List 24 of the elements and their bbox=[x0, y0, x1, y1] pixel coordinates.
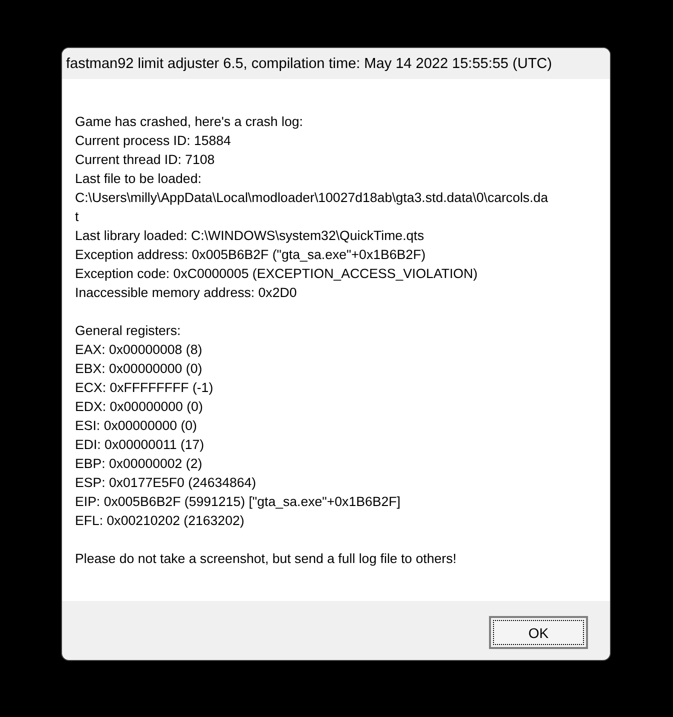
log-line: EBX: 0x00000000 (0) bbox=[75, 360, 202, 378]
log-line: EFL: 0x00210202 (2163202) bbox=[75, 512, 244, 530]
log-line: EIP: 0x005B6B2F (5991215) ["gta_sa.exe"+0x1B6B2F] bbox=[75, 493, 400, 511]
log-line: C:\Users\milly\AppData\Local\modloader\10027d18ab\gta3.std.data\0\carcols.da bbox=[75, 189, 548, 207]
log-line: EDI: 0x00000011 (17) bbox=[75, 436, 204, 454]
log-line: t bbox=[75, 208, 79, 226]
log-line: Inaccessible memory address: 0x2D0 bbox=[75, 284, 297, 302]
log-line: ESI: 0x00000000 (0) bbox=[75, 417, 197, 435]
ok-button[interactable]: OK bbox=[489, 616, 588, 649]
log-line: Current thread ID: 7108 bbox=[75, 151, 215, 169]
log-line: EDX: 0x00000000 (0) bbox=[75, 398, 203, 416]
log-line: EAX: 0x00000008 (8) bbox=[75, 341, 202, 359]
log-line: Last library loaded: C:\WINDOWS\system32\QuickTime.qts bbox=[75, 227, 424, 245]
log-line: Exception code: 0xC0000005 (EXCEPTION_ACCESS_VIOLATION) bbox=[75, 265, 478, 283]
log-line: Current process ID: 15884 bbox=[75, 132, 231, 150]
log-line: Last file to be loaded: bbox=[75, 170, 202, 188]
window-title: fastman92 limit adjuster 6.5, compilation time: May 14 2022 15:55:55 (UTC) bbox=[66, 56, 552, 72]
log-line: Exception address: 0x005B6B2F ("gta_sa.exe"+0x1B6B2F) bbox=[75, 246, 426, 264]
log-line: ESP: 0x0177E5F0 (24634864) bbox=[75, 474, 256, 492]
log-line: General registers: bbox=[75, 322, 181, 340]
log-line: EBP: 0x00000002 (2) bbox=[75, 455, 202, 473]
log-line: Game has crashed, here's a crash log: bbox=[75, 113, 303, 131]
log-line: Please do not take a screenshot, but send a full log file to others! bbox=[75, 550, 456, 568]
log-line: ECX: 0xFFFFFFFF (-1) bbox=[75, 379, 214, 397]
